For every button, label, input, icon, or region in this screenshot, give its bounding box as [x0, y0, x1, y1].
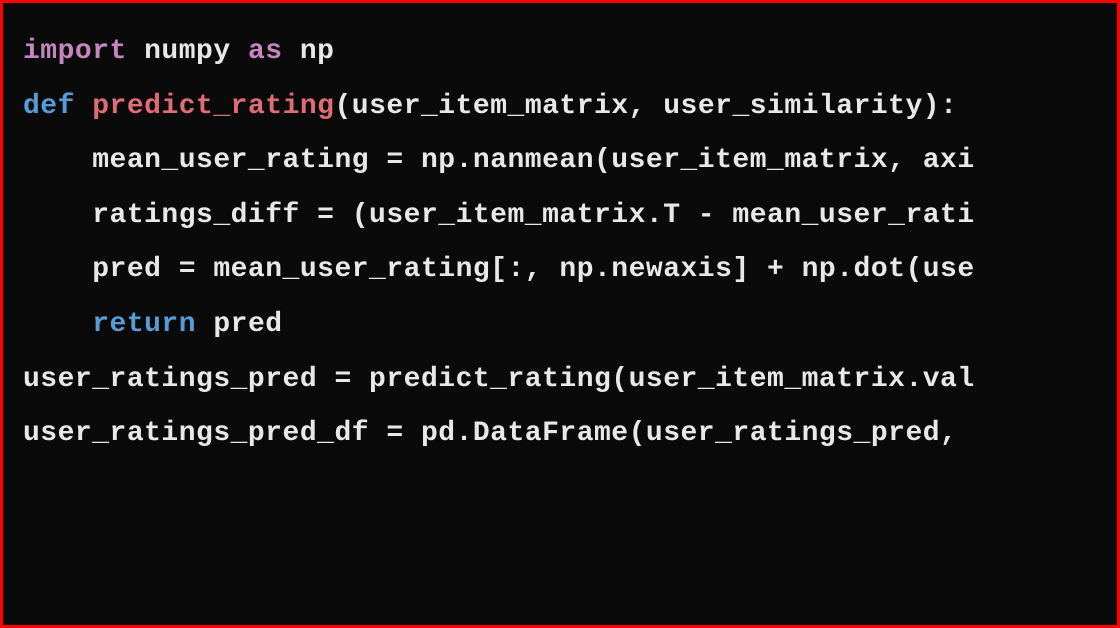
code-line-7: return pred	[23, 298, 1097, 353]
keyword-return: return	[92, 309, 196, 340]
module-name: numpy	[127, 36, 248, 67]
params: (user_item_matrix, user_similarity):	[334, 91, 957, 122]
code-line-1: import numpy as np	[23, 25, 1097, 80]
code-line-4: mean_user_rating = np.nanmean(user_item_…	[23, 134, 1097, 189]
indent	[23, 309, 92, 340]
keyword-def: def	[23, 91, 75, 122]
code-line-9: user_ratings_pred = predict_rating(user_…	[23, 353, 1097, 408]
code-line-3: def predict_rating(user_item_matrix, use…	[23, 80, 1097, 135]
keyword-import: import	[23, 36, 127, 67]
return-value: pred	[196, 309, 283, 340]
code-line-10: user_ratings_pred_df = pd.DataFrame(user…	[23, 407, 1097, 462]
alias-name: np	[283, 36, 335, 67]
function-name: predict_rating	[92, 91, 334, 122]
code-line-5: ratings_diff = (user_item_matrix.T - mea…	[23, 189, 1097, 244]
space	[75, 91, 92, 122]
code-line-6: pred = mean_user_rating[:, np.newaxis] +…	[23, 243, 1097, 298]
keyword-as: as	[248, 36, 283, 67]
code-block: import numpy as np def predict_rating(us…	[0, 0, 1120, 628]
